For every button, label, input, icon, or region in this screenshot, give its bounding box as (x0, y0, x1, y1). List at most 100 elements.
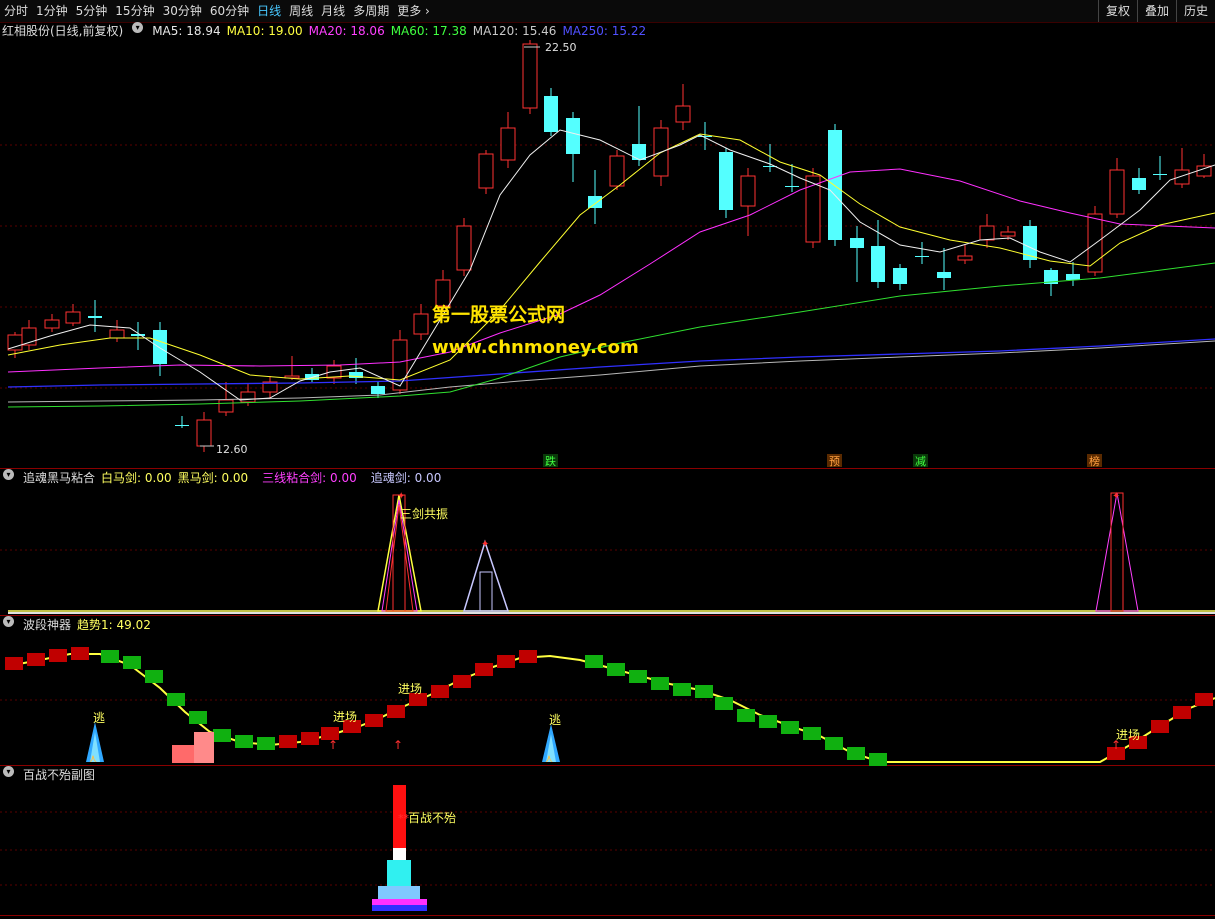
candle-body (740, 175, 756, 207)
wave-block (257, 737, 275, 750)
candle-body (1132, 178, 1146, 190)
candle-body (1109, 169, 1125, 215)
wave-block (5, 657, 23, 670)
wave-block (123, 656, 141, 669)
chevron-down-icon[interactable]: ▾ (3, 766, 14, 777)
candle-body (979, 225, 995, 241)
candle-body (456, 225, 472, 271)
wave-block (519, 650, 537, 663)
panel2-value-heima: 黑马剑: 0.00 (177, 471, 249, 485)
never-lose-label: 百战不殆 (408, 811, 456, 825)
chevron-down-icon[interactable]: ▾ (3, 469, 14, 480)
watermark-title: 第一股票公式网 (432, 304, 566, 326)
wave-block (803, 727, 821, 740)
panel3-title[interactable]: 波段神器 (23, 616, 71, 634)
wave-block (695, 685, 713, 698)
wave-bar-1 (172, 745, 194, 763)
panel3-legend: ▾ 波段神器 趋势1: 49.02 (0, 616, 151, 634)
wave-block (847, 747, 865, 760)
candle-body (1153, 174, 1167, 175)
wave-block (365, 714, 383, 727)
signal-tag-pre: 预 (829, 455, 840, 468)
panel4-title[interactable]: 百战不殆副图 (23, 766, 95, 784)
svg-text:⋏: ⋏ (89, 752, 97, 765)
panel4-plot: ** 百战不殆 (372, 785, 456, 911)
wave-block (607, 663, 625, 676)
candle-body (957, 255, 973, 261)
signal-tags: 跌 预 减 榜 (543, 454, 1102, 468)
candle-body (88, 316, 102, 318)
wave-block (629, 670, 647, 683)
chevron-down-icon[interactable]: ▾ (3, 616, 14, 627)
candle-body (153, 330, 167, 364)
candle-body (44, 319, 60, 329)
panel2-value-zhuihun: 追魂剑: 0.00 (370, 471, 442, 485)
candle-body (478, 153, 494, 189)
candle-body (588, 196, 602, 208)
panel2-value-baima: 白马剑: 0.00 (101, 471, 172, 485)
wave-block (1195, 693, 1213, 706)
wave-block (213, 729, 231, 742)
up-arrow-icon: ↑ (328, 738, 338, 752)
escape-label-1: 逃 (93, 711, 105, 725)
svg-text:✦: ✦ (397, 491, 405, 502)
panel2-legend: ▾ 追魂黑马粘合 白马剑: 0.00 黑马剑: 0.00 三线粘合剑: 0.00… (0, 469, 441, 487)
candle-body (719, 152, 733, 210)
panel2-title[interactable]: 追魂黑马粘合 (23, 469, 95, 487)
signal-tag-reduce: 减 (915, 455, 926, 468)
wave-block (497, 655, 515, 668)
escape-label-2: 逃 (549, 713, 561, 727)
panel2-plot: ✦ 三剑共振 ✦ ✦ (8, 491, 1215, 614)
wave-block (49, 649, 67, 662)
candle-body (893, 268, 907, 284)
wave-block (759, 715, 777, 728)
candle-body (413, 313, 429, 335)
wave-block (673, 683, 691, 696)
candle-body (240, 391, 256, 403)
panel3-trend-value: 趋势1: 49.02 (77, 618, 151, 632)
resonance-label: 三剑共振 (400, 506, 448, 521)
candlestick-series (7, 40, 1212, 452)
candle-body (828, 130, 842, 240)
candle-body (500, 127, 516, 161)
svg-text:✦: ✦ (481, 539, 489, 550)
candle-body (698, 136, 712, 137)
signal-tag-fall: 跌 (545, 454, 556, 468)
wave-block (27, 653, 45, 666)
up-arrow-icon: ↑ (1111, 738, 1121, 752)
candle-body (566, 118, 580, 154)
high-price-label: 22.50 (545, 41, 577, 54)
candle-body (805, 175, 821, 243)
candle-body (196, 419, 212, 447)
candle-body (544, 96, 558, 132)
enter-label-1: 进场 (333, 710, 357, 724)
wave-block (737, 709, 755, 722)
wave-block (301, 732, 319, 745)
candle-body (65, 311, 81, 324)
panel2-value-sanxian: 三线粘合剑: 0.00 (262, 471, 357, 485)
candle-body (1087, 213, 1103, 273)
wave-block (431, 685, 449, 698)
candle-body (675, 105, 691, 123)
ma60-line (7, 262, 1215, 408)
wave-block (145, 670, 163, 683)
signal-tag-rank: 榜 (1089, 454, 1100, 468)
wave-block (585, 655, 603, 668)
wave-block (475, 663, 493, 676)
candle-body (1174, 169, 1190, 185)
candle-body (7, 334, 23, 351)
low-price-label: 12.60 (216, 443, 248, 456)
candle-body (218, 399, 234, 413)
wave-block (1151, 720, 1169, 733)
candle-body (392, 339, 408, 391)
wave-block (71, 647, 89, 660)
svg-text:⋏: ⋏ (545, 752, 553, 765)
wave-block (715, 697, 733, 710)
chart-canvas[interactable]: 22.50 12.60 跌 预 减 榜 ✦ 三剑共振 ✦ ✦ ⋏ 逃 ⋏ 逃 进… (0, 0, 1215, 919)
candle-body (131, 334, 145, 336)
candle-body (371, 386, 385, 394)
wave-block (453, 675, 471, 688)
wave-block (235, 735, 253, 748)
wave-block (869, 753, 887, 766)
candle-body (937, 272, 951, 278)
